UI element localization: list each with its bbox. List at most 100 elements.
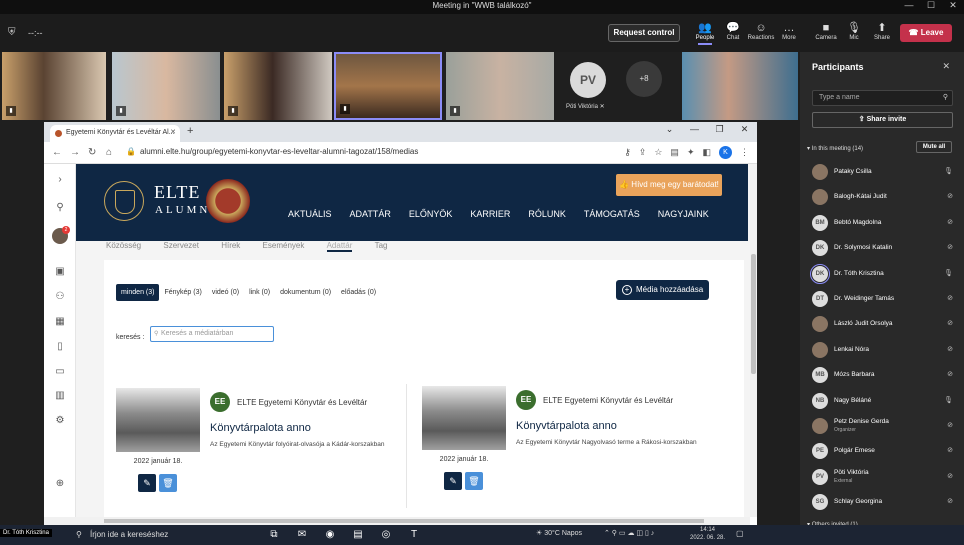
- mic-muted-icon[interactable]: ⊘: [947, 497, 953, 505]
- delete-button[interactable]: 🗑: [465, 472, 483, 490]
- minimize-icon[interactable]: —: [898, 0, 920, 11]
- participant-row[interactable]: Balogh-Kátai Judit ⊘: [812, 186, 957, 208]
- close-icon[interactable]: ✕: [942, 61, 950, 72]
- subtab-esemenyek[interactable]: Események: [263, 241, 305, 250]
- edit-button[interactable]: ✎: [444, 472, 462, 490]
- shield-icon[interactable]: ⛨: [8, 27, 16, 38]
- back-icon[interactable]: ←: [52, 147, 62, 158]
- subtab-adattar[interactable]: Adattár: [326, 241, 353, 252]
- more-participants[interactable]: +8: [626, 61, 662, 97]
- briefcase-icon[interactable]: ▭: [44, 366, 76, 377]
- media-thumbnail[interactable]: [116, 388, 200, 452]
- invite-friend-button[interactable]: 👍 Hívd meg egy barátodat!: [616, 174, 722, 196]
- media-title[interactable]: Könyvtárpalota anno: [516, 420, 617, 432]
- video-tile[interactable]: ▮: [224, 52, 332, 120]
- participant-row[interactable]: Pataky Csilla 🎙: [812, 161, 957, 183]
- participant-row[interactable]: DK Dr. Tóth Krisztina 🎙: [810, 263, 957, 285]
- scrollbar-thumb[interactable]: [751, 254, 756, 374]
- document-icon[interactable]: ▯: [44, 341, 76, 352]
- leave-button[interactable]: ☎ Leave: [900, 24, 952, 42]
- file-explorer-icon[interactable]: ▤: [350, 527, 366, 543]
- calendar-icon[interactable]: ▦: [44, 316, 76, 327]
- star-icon[interactable]: ☆: [654, 147, 662, 158]
- participant-row[interactable]: MB Mózs Barbara ⊘: [812, 364, 957, 386]
- mic-icon[interactable]: 🎙: [944, 269, 953, 277]
- contact-card-icon[interactable]: ▣: [44, 266, 76, 277]
- system-tray[interactable]: ⌃ ⚲ ▭ ☁ ◫ ▯ ♪: [604, 529, 654, 537]
- chat-button[interactable]: 💬 Chat: [719, 21, 747, 41]
- mic-muted-icon[interactable]: ⊘: [947, 218, 953, 226]
- search-icon[interactable]: ⚲: [44, 202, 76, 213]
- reader-icon[interactable]: ▤: [670, 147, 679, 158]
- participant-row[interactable]: DT Dr. Weidinger Tamás ⊘: [812, 288, 957, 310]
- restore-icon[interactable]: ❐: [707, 124, 732, 135]
- video-tile[interactable]: ▮: [446, 52, 554, 120]
- mic-muted-icon[interactable]: ⊘: [947, 472, 953, 480]
- nav-aktualis[interactable]: AKTUÁLIS: [288, 209, 341, 219]
- nav-nagyjaink[interactable]: NAGYJAINK: [649, 209, 718, 219]
- media-title[interactable]: Könyvtárpalota anno: [210, 422, 311, 434]
- nav-elonyok[interactable]: ELŐNYÖK: [400, 209, 462, 219]
- mic-muted-icon[interactable]: ⊘: [947, 243, 953, 251]
- add-icon[interactable]: ⊕: [44, 478, 76, 489]
- video-tile[interactable]: ▮: [2, 52, 106, 120]
- mic-muted-icon[interactable]: ⊘: [947, 370, 953, 378]
- mail-icon[interactable]: ✉: [294, 527, 310, 543]
- participant-row[interactable]: NB Nagy Béláné 🎙: [812, 390, 957, 412]
- participant-row[interactable]: PV Pöti Viktória External ⊘: [812, 466, 957, 488]
- reload-icon[interactable]: ↻: [88, 147, 96, 158]
- nav-karrier[interactable]: KARRIER: [461, 209, 519, 219]
- share-button[interactable]: ⬆ Share: [868, 21, 896, 41]
- key-icon[interactable]: ⚷: [624, 147, 631, 158]
- nav-rolunk[interactable]: RÓLUNK: [519, 209, 575, 219]
- vertical-scrollbar[interactable]: [750, 164, 757, 517]
- home-icon[interactable]: ⌂: [106, 147, 112, 158]
- mic-muted-icon[interactable]: ⊘: [947, 421, 953, 429]
- filter-document[interactable]: dokumentum (0): [275, 284, 336, 301]
- participant-avatar[interactable]: PV: [570, 62, 606, 98]
- people-button[interactable]: 👥 People: [691, 21, 719, 45]
- edge-icon[interactable]: ◉: [322, 527, 338, 543]
- taskbar-search[interactable]: ⚲ Írjon ide a kereséshez: [70, 527, 250, 543]
- weather-widget[interactable]: ☀ 30°C Napos: [536, 529, 582, 537]
- filter-lecture[interactable]: előadás (0): [336, 284, 381, 301]
- participant-search-input[interactable]: Type a name ⚲: [812, 90, 953, 106]
- mic-muted-icon[interactable]: ⊘: [947, 294, 953, 302]
- subtab-kozosseg[interactable]: Közösség: [106, 241, 141, 250]
- nav-tamogatas[interactable]: TÁMOGATÁS: [575, 209, 649, 219]
- url-field[interactable]: 🔒 alumni.elte.hu/group/egyetemi-konyvtar-…: [126, 147, 418, 156]
- sidebar-icon[interactable]: ◧: [702, 147, 711, 158]
- delete-button[interactable]: 🗑: [159, 474, 177, 492]
- participant-row[interactable]: PE Polgár Emese ⊘: [812, 440, 957, 462]
- forward-icon[interactable]: →: [70, 147, 80, 158]
- chrome-icon[interactable]: ◎: [378, 527, 394, 543]
- chevron-down-icon[interactable]: ⌄: [657, 124, 682, 135]
- participant-row[interactable]: László Judit Orsolya ⊘: [812, 313, 957, 335]
- browser-tab[interactable]: Egyetemi Könyvtár és Levéltár Al... ✕: [50, 125, 180, 142]
- subtab-hirek[interactable]: Hírek: [221, 241, 240, 250]
- mic-icon[interactable]: 🎙: [944, 396, 953, 404]
- profile-avatar[interactable]: K: [719, 146, 732, 159]
- mute-all-button[interactable]: Mute all: [916, 141, 952, 153]
- video-tile[interactable]: [682, 52, 798, 120]
- media-author[interactable]: ELTE Egyetemi Könyvtár és Levéltár: [237, 398, 367, 407]
- close-icon[interactable]: ✕: [732, 124, 757, 135]
- share-invite-button[interactable]: ⇪ Share invite: [812, 112, 953, 128]
- participant-row[interactable]: SG Schlay Georgina ⊘: [812, 491, 957, 513]
- edit-button[interactable]: ✎: [138, 474, 156, 492]
- reactions-button[interactable]: ☺ Reactions: [747, 21, 775, 41]
- clock[interactable]: 14:14 2022. 06. 28.: [690, 526, 725, 542]
- in-meeting-section[interactable]: ▾ In this meeting (14): [807, 145, 863, 152]
- media-thumbnail[interactable]: [422, 386, 506, 450]
- video-tile-active-speaker[interactable]: ▮: [334, 52, 442, 120]
- maximize-icon[interactable]: ☐: [920, 0, 942, 11]
- minimize-icon[interactable]: —: [682, 124, 707, 135]
- subtab-tag[interactable]: Tag: [375, 241, 388, 250]
- share-icon[interactable]: ⇪: [639, 147, 647, 158]
- settings-icon[interactable]: ⚙: [44, 415, 76, 426]
- add-media-button[interactable]: + Média hozzáadása: [616, 280, 709, 300]
- video-tile[interactable]: ▮: [112, 52, 220, 120]
- new-tab-icon[interactable]: +: [187, 125, 193, 137]
- filter-photo[interactable]: Fénykép (3): [159, 284, 206, 301]
- request-control-button[interactable]: Request control: [608, 24, 680, 42]
